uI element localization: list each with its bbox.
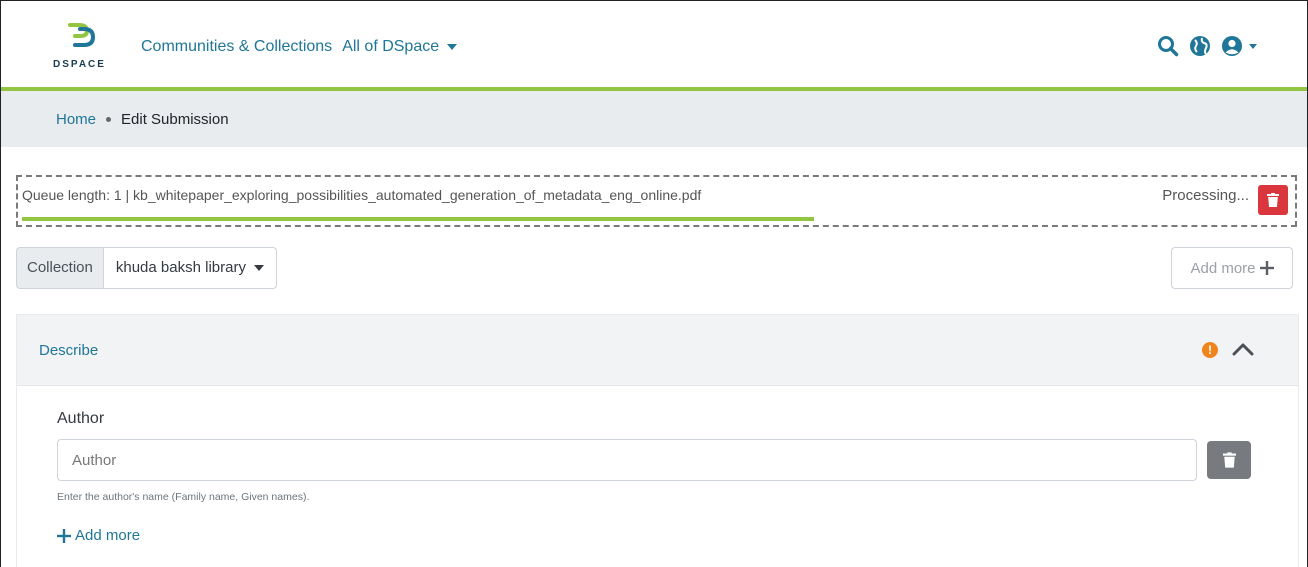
remove-author-button[interactable] — [1207, 441, 1251, 479]
chevron-up-icon[interactable] — [1232, 341, 1254, 357]
queue-status: Processing... — [1162, 187, 1249, 204]
add-more-author-button[interactable]: Add more — [57, 527, 140, 544]
main-nav: Communities & Collections All of DSpace — [141, 38, 458, 56]
cancel-upload-button[interactable] — [1258, 185, 1288, 215]
logo-mark-icon — [68, 23, 96, 47]
plus-icon — [57, 528, 71, 543]
breadcrumb-separator — [106, 116, 112, 122]
logo-text: DSPACE — [53, 59, 106, 70]
top-header: DSPACE Communities & Collections All of … — [1, 1, 1307, 87]
breadcrumb-current: Edit Submission — [121, 110, 229, 128]
trash-icon — [1222, 452, 1236, 468]
upload-progress-bar — [22, 217, 814, 221]
nav-communities-link[interactable]: Communities & Collections — [141, 38, 332, 56]
collection-dropdown[interactable]: khuda baksh library — [102, 247, 277, 289]
plus-icon — [1259, 261, 1274, 275]
caret-down-icon — [1249, 43, 1257, 49]
collection-selector: Collection khuda baksh library — [16, 247, 277, 289]
globe-icon[interactable] — [1189, 35, 1211, 57]
caret-down-icon — [253, 265, 264, 271]
add-more-label: Add more — [1190, 259, 1256, 277]
app-frame: DSPACE Communities & Collections All of … — [0, 0, 1308, 567]
collection-selected: khuda baksh library — [115, 259, 246, 276]
collection-label: Collection — [16, 247, 103, 289]
add-more-author-label: Add more — [75, 527, 141, 544]
warning-icon: ! — [1202, 342, 1218, 358]
caret-down-icon — [447, 43, 458, 50]
breadcrumb-home-link[interactable]: Home — [56, 111, 96, 128]
breadcrumb: Home Edit Submission — [1, 91, 1307, 147]
upload-queue-dropzone[interactable]: Queue length: 1 | kb_whitepaper_explorin… — [16, 175, 1297, 227]
describe-section: Describe ! Author Enter the author's nam… — [16, 314, 1299, 567]
dspace-logo[interactable]: DSPACE — [53, 23, 123, 73]
add-more-button[interactable]: Add more — [1171, 247, 1293, 289]
author-label: Author — [57, 410, 105, 427]
author-help-text: Enter the author's name (Family name, Gi… — [57, 491, 310, 503]
search-icon[interactable] — [1157, 35, 1179, 57]
trash-icon — [1267, 193, 1279, 207]
describe-section-header[interactable]: Describe ! — [17, 315, 1298, 386]
author-input[interactable] — [57, 439, 1197, 481]
user-icon — [1222, 36, 1242, 56]
header-actions — [1157, 35, 1257, 57]
nav-browse-dropdown[interactable]: All of DSpace — [342, 38, 458, 56]
section-title[interactable]: Describe — [39, 342, 98, 359]
nav-browse-label: All of DSpace — [342, 38, 440, 55]
user-menu[interactable] — [1221, 35, 1257, 57]
queue-text: Queue length: 1 | kb_whitepaper_explorin… — [22, 187, 702, 203]
